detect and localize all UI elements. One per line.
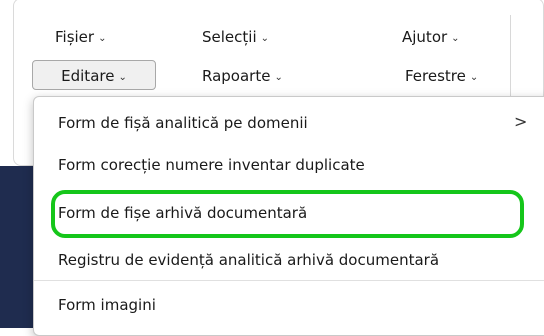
menu-editare-button[interactable]: Editare ⌄ xyxy=(32,60,156,90)
menu-ajutor-label: Ajutor xyxy=(402,28,448,46)
menu-fisier-button[interactable]: Fișier ⌄ xyxy=(55,22,106,52)
menu-rapoarte-label: Rapoarte xyxy=(202,67,271,85)
chevron-down-icon: ⌄ xyxy=(451,33,460,44)
menu-item-registru-evidenta[interactable]: Registru de evidență analitică arhivă do… xyxy=(58,251,439,269)
menubar-divider xyxy=(510,15,511,99)
menu-fisier-label: Fișier xyxy=(55,28,95,46)
menu-ferestre-button[interactable]: Ferestre ⌄ xyxy=(405,61,478,91)
chevron-down-icon: ⌄ xyxy=(118,72,127,83)
menu-selectii-label: Selecții xyxy=(202,28,257,46)
menu-item-form-fisa-analitica[interactable]: Form de fișă analitică pe domenii xyxy=(58,114,308,132)
chevron-down-icon: ⌄ xyxy=(98,33,107,44)
chevron-down-icon: ⌄ xyxy=(260,33,269,44)
chevron-right-icon: > xyxy=(514,112,528,131)
menu-ferestre-label: Ferestre xyxy=(405,67,466,85)
menu-ajutor-button[interactable]: Ajutor ⌄ xyxy=(402,22,460,52)
menu-item-form-corectie[interactable]: Form corecție numere inventar duplicate xyxy=(58,156,365,174)
chevron-down-icon: ⌄ xyxy=(469,72,479,83)
menu-item-form-imagini[interactable]: Form imagini xyxy=(58,296,156,314)
highlight-outline xyxy=(51,190,524,238)
menu-rapoarte-button[interactable]: Rapoarte ⌄ xyxy=(202,61,283,91)
menu-selectii-button[interactable]: Selecții ⌄ xyxy=(202,22,269,52)
menu-editare-label: Editare xyxy=(61,67,115,85)
menu-separator xyxy=(34,280,544,281)
chevron-down-icon: ⌄ xyxy=(274,72,283,83)
